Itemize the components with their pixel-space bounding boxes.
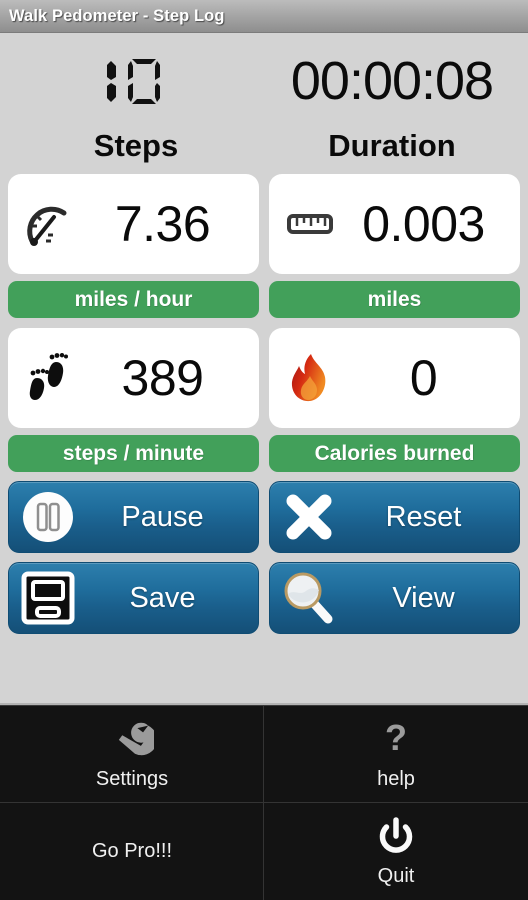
wrench-icon [110,718,154,762]
unit-label-cadence-text: steps / minute [62,441,205,465]
duration-value: 00:00:08 [290,51,494,111]
steps-readout: Steps [8,52,264,164]
floppy-disk-icon [15,570,81,626]
metric-value-distance: 0.003 [362,196,485,252]
menu-item-quit[interactable]: Quit [264,803,528,900]
power-icon [376,815,416,859]
window-title: Walk Pedometer - Step Log [9,6,225,25]
main-panel: Steps 00:00:08 Duration 7.36 0.003 miles… [0,33,528,705]
pause-button[interactable]: Pause [8,481,259,553]
unit-label-speed: miles / hour [8,281,259,318]
menu-item-help[interactable]: ? help [264,706,528,803]
unit-label-cadence: steps / minute [8,435,259,472]
app-window: Walk Pedometer - Step Log Steps 00:00:08… [0,0,528,900]
title-bar: Walk Pedometer - Step Log [0,0,528,33]
duration-label: Duration [328,128,456,163]
save-button[interactable]: Save [8,562,259,634]
reset-button[interactable]: Reset [269,481,520,553]
action-row-1: Pause Reset [8,481,520,553]
metrics-row-2: 389 0 [8,328,520,428]
view-button[interactable]: View [269,562,520,634]
metric-value-speed: 7.36 [114,196,211,252]
menu-item-go-pro[interactable]: Go Pro!!! [0,803,264,900]
unit-label-calories-text: Calories burned [314,441,475,465]
pause-icon [15,489,81,545]
action-row-2: Save View [8,562,520,634]
speedometer-icon [18,201,80,247]
question-mark-icon: ? [380,718,412,762]
unit-label-calories: Calories burned [269,435,520,472]
menu-item-help-label: help [377,768,415,790]
metrics-row-1: 7.36 0.003 [8,174,520,274]
lcd-segment-icon [107,59,160,104]
steps-label: Steps [93,128,179,163]
menu-item-settings-label: Settings [95,768,169,790]
steps-lcd-display [99,52,173,110]
menu-item-settings[interactable]: Settings [0,706,264,803]
menu-item-quit-label: Quit [377,865,415,887]
duration-readout: 00:00:08 Duration [264,52,520,164]
metric-value-calories: 0 [409,350,438,406]
reset-button-label: Reset [385,500,462,533]
metric-card-calories: 0 [269,328,520,428]
save-button-label: Save [129,581,196,614]
metrics-row-1-labels: miles / hour miles [8,281,520,318]
view-button-label: View [392,581,455,614]
footprints-icon [18,352,80,404]
flame-icon [279,352,341,404]
unit-label-distance: miles [269,281,520,318]
top-readouts: Steps 00:00:08 Duration [8,33,520,164]
svg-text:?: ? [385,720,407,758]
pause-button-label: Pause [121,500,204,533]
magnifier-icon [276,569,342,627]
metric-card-speed: 7.36 [8,174,259,274]
unit-label-speed-text: miles / hour [74,287,193,311]
menu-item-go-pro-label: Go Pro!!! [91,840,173,862]
metric-card-cadence: 389 [8,328,259,428]
close-x-icon [276,489,342,545]
options-menu: Settings ? help Go Pro!!! Quit [0,705,528,900]
unit-label-distance-text: miles [367,287,422,311]
metrics-row-2-labels: steps / minute Calories burned [8,435,520,472]
duration-value-wrap: 00:00:08 [290,51,494,111]
metric-card-distance: 0.003 [269,174,520,274]
metric-value-cadence: 389 [121,350,204,406]
ruler-icon [279,209,341,239]
